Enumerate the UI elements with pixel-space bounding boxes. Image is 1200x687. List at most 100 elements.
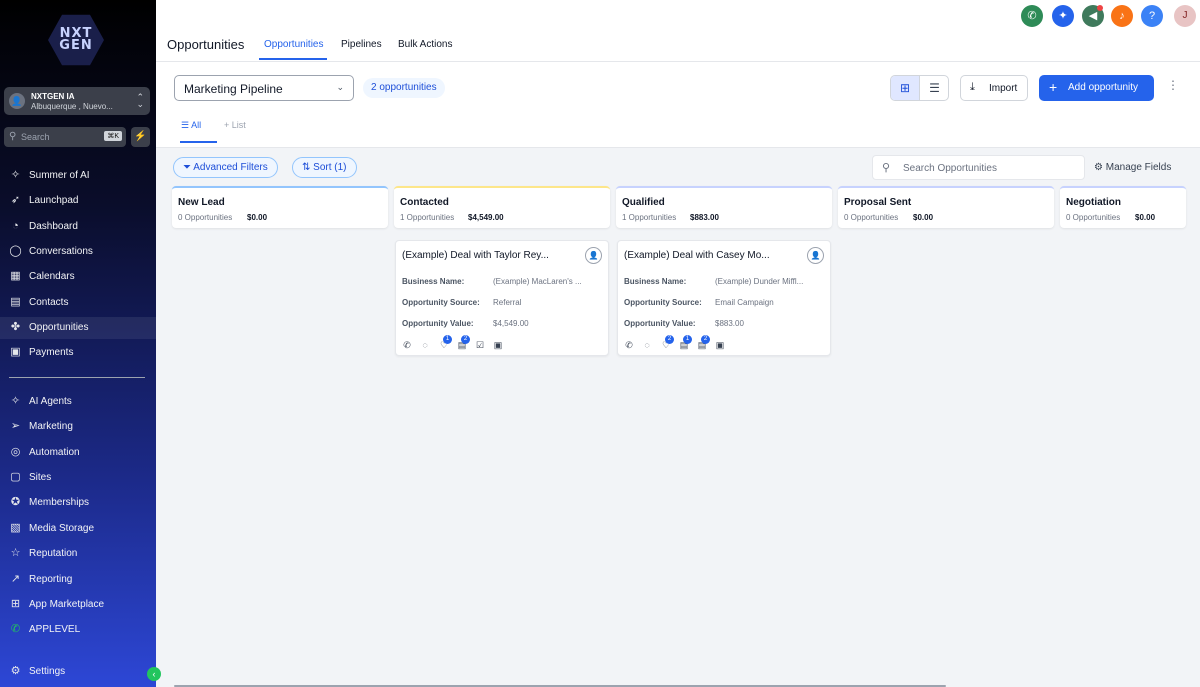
- phone-icon[interactable]: ✆: [1021, 5, 1043, 27]
- sidebar-item-contacts[interactable]: ▤ Contacts: [0, 292, 156, 314]
- sidebar-search-input[interactable]: ⚲ Search ⌘K: [4, 127, 126, 147]
- sidebar-collapse-button[interactable]: ‹: [147, 667, 161, 681]
- sites-icon: ▢: [10, 471, 21, 483]
- appointment-icon[interactable]: ▣: [492, 339, 504, 351]
- sidebar-item-sites[interactable]: ▢ Sites: [0, 467, 156, 489]
- opportunity-card[interactable]: (Example) Deal with Casey Mo... 👤 Busine…: [617, 240, 831, 356]
- sidebar-item-label: Summer of AI: [29, 170, 90, 181]
- sidebar-item-label: Contacts: [29, 297, 69, 308]
- card-title: (Example) Deal with Taylor Rey...: [402, 250, 549, 261]
- sort-button[interactable]: ⇅ Sort (1): [292, 157, 357, 178]
- sparkle-icon: ✧: [10, 169, 21, 181]
- phone-icon[interactable]: ✆: [401, 339, 413, 351]
- sidebar-item-label: Calendars: [29, 271, 75, 282]
- task-icon[interactable]: ☑: [474, 339, 486, 351]
- pipeline-select[interactable]: Marketing Pipeline ⌄: [174, 75, 354, 101]
- search-icon: ⚲: [882, 162, 891, 174]
- sidebar-item-memberships[interactable]: ✪ Memberships: [0, 492, 156, 514]
- grid-view-icon[interactable]: ⊞: [891, 76, 920, 100]
- sidebar-item-summer-of-ai[interactable]: ✧ Summer of AI: [0, 165, 156, 187]
- notification-dot: [1097, 5, 1103, 11]
- sidebar-item-label: Sites: [29, 472, 52, 483]
- appointment-icon[interactable]: ▣: [714, 339, 726, 351]
- sidebar-item-reputation[interactable]: ☆ Reputation: [0, 543, 156, 565]
- magic-wand-icon[interactable]: ✦: [1052, 5, 1074, 27]
- tab-opportunities[interactable]: Opportunities: [264, 39, 323, 50]
- sidebar-item-applevel[interactable]: ✆ APPLEVEL: [0, 619, 156, 641]
- assign-user-icon[interactable]: 👤: [585, 247, 602, 264]
- sidebar-item-launchpad[interactable]: ➶ Launchpad: [0, 190, 156, 212]
- import-button[interactable]: ⤓ Import: [960, 75, 1028, 101]
- sidebar-item-marketing[interactable]: ➢ Marketing: [0, 416, 156, 438]
- plus-icon: +: [1049, 79, 1058, 95]
- manage-fields-button[interactable]: ⚙ Manage Fields: [1094, 162, 1171, 173]
- sidebar-item-ai-agents[interactable]: ✧ AI Agents: [0, 391, 156, 413]
- search-shortcut: ⌘K: [104, 131, 122, 141]
- grid-icon: ⊞: [10, 598, 21, 610]
- opportunities-icon: ✤: [10, 321, 21, 333]
- task-count-badge: 2: [701, 335, 710, 344]
- sidebar-item-calendars[interactable]: ▦ Calendars: [0, 266, 156, 288]
- column-proposal-sent: Proposal Sent 0 Opportunities $0.00: [838, 186, 1054, 228]
- sidebar-item-app-marketplace[interactable]: ⊞ App Marketplace: [0, 594, 156, 616]
- tab-bulk-actions[interactable]: Bulk Actions: [398, 39, 452, 50]
- toolbar: Marketing Pipeline ⌄ 2 opportunities ⊞ ☰…: [156, 62, 1200, 148]
- sidebar-item-label: Marketing: [29, 421, 73, 432]
- account-avatar-icon: 👤: [9, 93, 25, 109]
- card-title: (Example) Deal with Casey Mo...: [624, 250, 770, 261]
- nxtgen-logo[interactable]: NXT GEN: [44, 12, 108, 70]
- sidebar-item-label: App Marketplace: [29, 599, 105, 610]
- sidebar-item-conversations[interactable]: ◯ Conversations: [0, 241, 156, 263]
- sidebar-item-opportunities[interactable]: ✤ Opportunities: [0, 317, 156, 339]
- message-icon[interactable]: ◌: [419, 339, 431, 351]
- account-switcher[interactable]: 👤 NXTGEN IA Albuquerque , Nuevo... ⌃ ⌄: [4, 87, 150, 115]
- sidebar-item-label: Automation: [29, 447, 80, 458]
- top-header: Opportunities Opportunities Pipelines Bu…: [156, 0, 1200, 62]
- search-opportunities-input[interactable]: ⚲ Search Opportunities: [872, 155, 1085, 180]
- tag-count-badge: 2: [665, 335, 674, 344]
- sidebar-item-settings[interactable]: ⚙ Settings: [0, 661, 156, 683]
- bell-icon[interactable]: ♪: [1111, 5, 1133, 27]
- search-opportunities-placeholder: Search Opportunities: [903, 163, 997, 174]
- whatsapp-icon: ✆: [10, 623, 21, 635]
- user-avatar[interactable]: J: [1174, 5, 1196, 27]
- sidebar-item-media-storage[interactable]: ▧ Media Storage: [0, 518, 156, 540]
- star-icon: ☆: [10, 547, 21, 559]
- sidebar: NXT GEN 👤 NXTGEN IA Albuquerque , Nuevo.…: [0, 0, 156, 687]
- advanced-filters-button[interactable]: ⏷ Advanced Filters: [173, 157, 278, 178]
- subtab-list[interactable]: + List: [224, 120, 246, 130]
- membership-icon: ✪: [10, 496, 21, 508]
- list-icon: ☰: [181, 120, 190, 130]
- lightning-icon[interactable]: ⚡: [131, 127, 150, 147]
- sidebar-item-automation[interactable]: ◎ Automation: [0, 442, 156, 464]
- active-tab-indicator: [259, 58, 327, 60]
- add-opportunity-button[interactable]: + Add opportunity: [1039, 75, 1154, 101]
- column-amount: $883.00: [690, 213, 719, 222]
- active-subtab-indicator: [180, 141, 217, 143]
- send-icon: ➢: [10, 420, 21, 432]
- field-value: (Example) MacLaren's ...: [493, 277, 582, 286]
- assign-user-icon[interactable]: 👤: [807, 247, 824, 264]
- search-icon: ⚲: [9, 131, 17, 142]
- field-label: Business Name:: [402, 277, 465, 286]
- tab-pipelines[interactable]: Pipelines: [341, 39, 382, 50]
- sidebar-item-payments[interactable]: ▣ Payments: [0, 342, 156, 364]
- account-location: Albuquerque , Nuevo...: [31, 102, 113, 111]
- subtab-all[interactable]: ☰ All: [181, 120, 201, 131]
- sort-label: Sort (1): [313, 162, 347, 173]
- list-view-icon[interactable]: ☰: [920, 76, 948, 100]
- sidebar-item-reporting[interactable]: ↗ Reporting: [0, 569, 156, 591]
- chart-line-icon: ↗: [10, 573, 21, 585]
- page-title: Opportunities: [167, 37, 245, 52]
- phone-icon[interactable]: ✆: [623, 339, 635, 351]
- field-value: Email Campaign: [715, 298, 774, 307]
- opportunity-card[interactable]: (Example) Deal with Taylor Rey... 👤 Busi…: [395, 240, 609, 356]
- subtab-list-label: List: [231, 120, 246, 130]
- help-icon[interactable]: ?: [1141, 5, 1163, 27]
- field-value: $883.00: [715, 319, 744, 328]
- more-options-icon[interactable]: ⋮: [1167, 78, 1179, 92]
- column-count: 0 Opportunities: [178, 213, 233, 222]
- field-value: $4,549.00: [493, 319, 529, 328]
- message-icon[interactable]: ◌: [641, 339, 653, 351]
- sidebar-item-dashboard[interactable]: ◔ Dashboard: [0, 216, 156, 238]
